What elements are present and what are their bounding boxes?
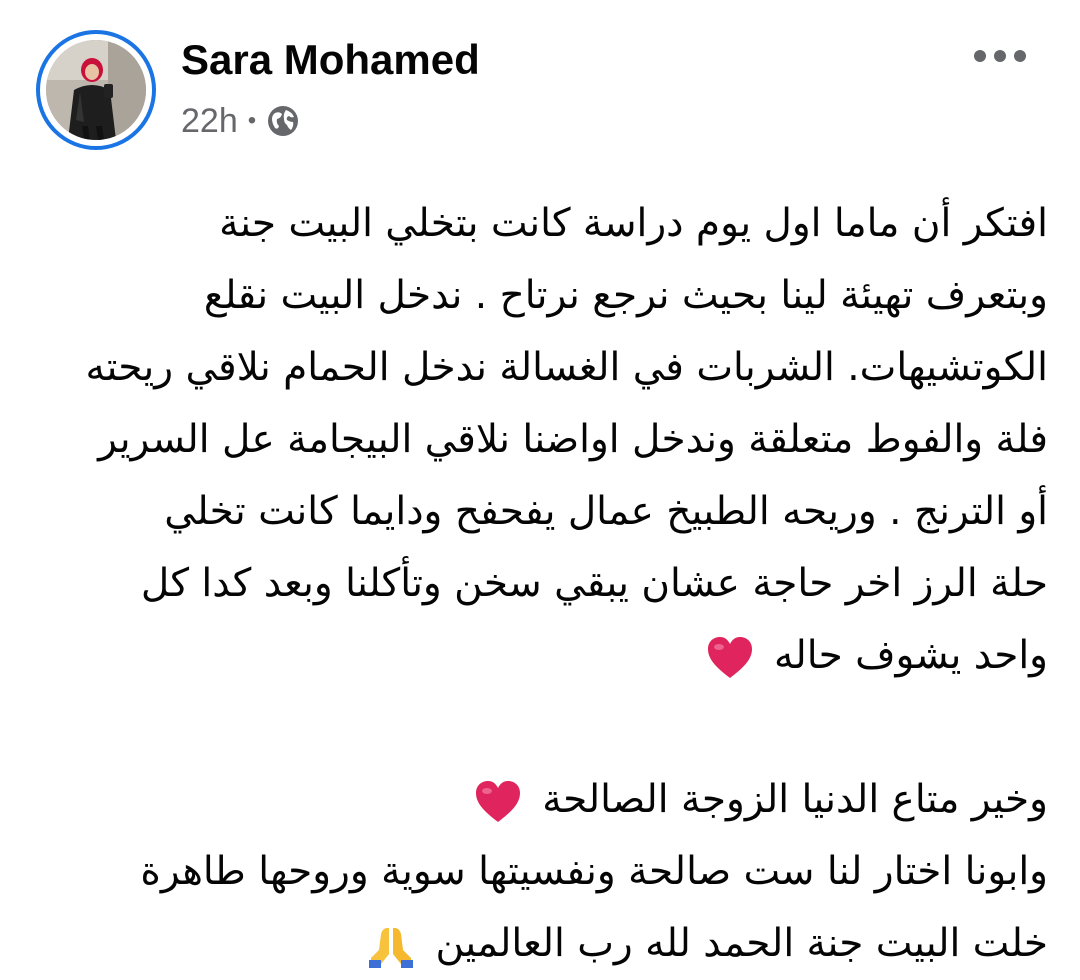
folded-hands-icon bbox=[367, 924, 415, 968]
avatar[interactable] bbox=[46, 40, 146, 140]
avatar-photo bbox=[46, 40, 146, 140]
post-meta: 22h • bbox=[181, 98, 300, 144]
globe-icon[interactable] bbox=[266, 104, 300, 138]
post-header: Sara Mohamed 22h • bbox=[0, 0, 1080, 160]
post-time[interactable]: 22h bbox=[181, 102, 238, 141]
post-line-10-wrap: خلت البيت جنة الحمد لله رب العالمين bbox=[30, 908, 1048, 980]
post-line-7-wrap: واحد يشوف حاله bbox=[30, 620, 1048, 692]
meta-separator: • bbox=[247, 107, 257, 134]
post-line-3: الكوتشيهات. الشربات في الغسالة ندخل الحم… bbox=[85, 345, 1048, 390]
post-line-6: حلة الرز اخر حاجة عشان يبقي سخن وتأكلنا … bbox=[140, 561, 1048, 606]
red-heart-icon bbox=[474, 780, 522, 824]
red-heart-icon bbox=[706, 636, 754, 680]
post-line-7: واحد يشوف حاله bbox=[773, 633, 1048, 678]
post-line-5: أو الترنج . وريحه الطبيخ عمال يفحفح وداي… bbox=[164, 489, 1048, 534]
more-horizontal-icon bbox=[974, 50, 1026, 62]
post-text: افتكر أن ماما اول يوم دراسة كانت بتخلي ا… bbox=[30, 188, 1048, 980]
post-line-10: خلت البيت جنة الحمد لله رب العالمين bbox=[435, 921, 1049, 966]
author-name[interactable]: Sara Mohamed bbox=[181, 32, 480, 88]
post-line-4: فلة والفوط متعلقة وندخل اواضنا نلاقي الب… bbox=[98, 417, 1048, 462]
avatar-story-ring[interactable] bbox=[36, 30, 156, 150]
more-options-button[interactable] bbox=[968, 36, 1032, 76]
post-line-9: وابونا اختار لنا ست صالحة ونفسيتها سوية … bbox=[140, 849, 1048, 894]
post-line-8-wrap: وخير متاع الدنيا الزوجة الصالحة bbox=[30, 764, 1048, 836]
post-line-2: وبتعرف تهيئة لينا بحيث نرجع نرتاح . ندخل… bbox=[203, 273, 1048, 318]
post-line-1: افتكر أن ماما اول يوم دراسة كانت بتخلي ا… bbox=[219, 201, 1048, 246]
post-line-8: وخير متاع الدنيا الزوجة الصالحة bbox=[542, 777, 1048, 822]
